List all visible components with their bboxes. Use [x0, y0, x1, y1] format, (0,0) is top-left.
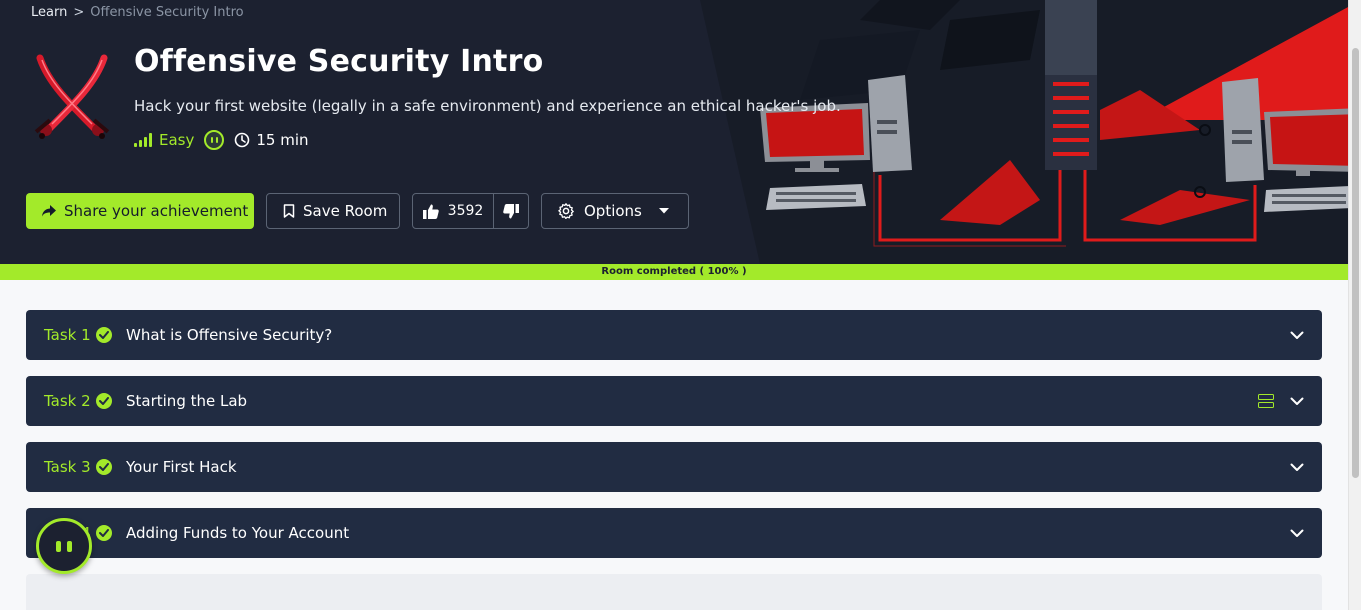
breadcrumb-current: Offensive Security Intro [90, 5, 244, 20]
gear-icon [558, 203, 574, 219]
server-icon [1258, 394, 1274, 408]
room-banner: Learn > Offensive Security Intro Offensi… [0, 0, 1361, 264]
share-achievement-label: Share your achievement [64, 202, 249, 220]
room-progress-label: Room completed ( 100% ) [601, 266, 747, 277]
options-label: Options [584, 202, 642, 220]
scrollbar-thumb[interactable] [1352, 48, 1359, 478]
breadcrumb-separator: > [73, 5, 85, 20]
task-list: Task 1 What is Offensive Security? Task … [26, 310, 1322, 574]
vote-group: 3592 [412, 193, 529, 229]
difficulty-bars-icon [134, 133, 152, 147]
check-circle-icon [96, 327, 112, 343]
task-number: Task 1 [44, 326, 91, 344]
chevron-down-icon[interactable] [1290, 529, 1304, 538]
task-item-4[interactable]: Task 4 Adding Funds to Your Account [26, 508, 1322, 558]
task-number: Task 2 [44, 392, 91, 410]
thumbs-up-icon [422, 204, 439, 219]
share-achievement-button[interactable]: Share your achievement [26, 193, 254, 229]
caret-down-icon [658, 208, 669, 214]
content-panel [26, 574, 1322, 610]
save-room-button[interactable]: Save Room [266, 193, 400, 229]
downvote-button[interactable] [494, 194, 528, 228]
task-title: What is Offensive Security? [126, 326, 333, 344]
room-progress-bar: Room completed ( 100% ) [0, 264, 1348, 280]
breadcrumb: Learn > Offensive Security Intro [31, 5, 244, 20]
difficulty-indicator: Easy [134, 131, 194, 149]
check-circle-icon [96, 393, 112, 409]
check-circle-icon [96, 459, 112, 475]
share-icon [42, 205, 56, 217]
duration-label: 15 min [256, 131, 309, 149]
chevron-down-icon[interactable] [1290, 397, 1304, 406]
task-item-3[interactable]: Task 3 Your First Hack [26, 442, 1322, 492]
task-item-2[interactable]: Task 2 Starting the Lab [26, 376, 1322, 426]
chevron-down-icon[interactable] [1290, 463, 1304, 472]
likes-count: 3592 [447, 203, 484, 219]
clock-icon [235, 132, 250, 148]
save-room-label: Save Room [303, 202, 388, 220]
thumbs-down-icon [503, 203, 519, 218]
chevron-down-icon[interactable] [1290, 331, 1304, 340]
task-title: Adding Funds to Your Account [126, 524, 350, 542]
task-item-1[interactable]: Task 1 What is Offensive Security? [26, 310, 1322, 360]
task-title: Your First Hack [126, 458, 237, 476]
page-scrollbar[interactable] [1348, 0, 1361, 610]
duration-indicator: 15 min [234, 131, 309, 149]
bookmark-icon [283, 204, 295, 218]
task-title: Starting the Lab [126, 392, 248, 410]
breadcrumb-learn-link[interactable]: Learn [31, 5, 67, 20]
check-circle-icon [96, 525, 112, 541]
upvote-button[interactable]: 3592 [413, 194, 493, 228]
room-title: Offensive Security Intro [134, 44, 544, 79]
difficulty-label: Easy [159, 131, 195, 149]
options-dropdown-button[interactable]: Options [541, 193, 689, 229]
floating-assistant-button[interactable] [36, 518, 92, 574]
task-number: Task 3 [44, 458, 91, 476]
room-logo-icon [34, 54, 110, 139]
room-badge-icon [204, 130, 225, 150]
room-meta: Easy 15 min [134, 130, 309, 150]
room-description: Hack your first website (legally in a sa… [134, 97, 841, 115]
